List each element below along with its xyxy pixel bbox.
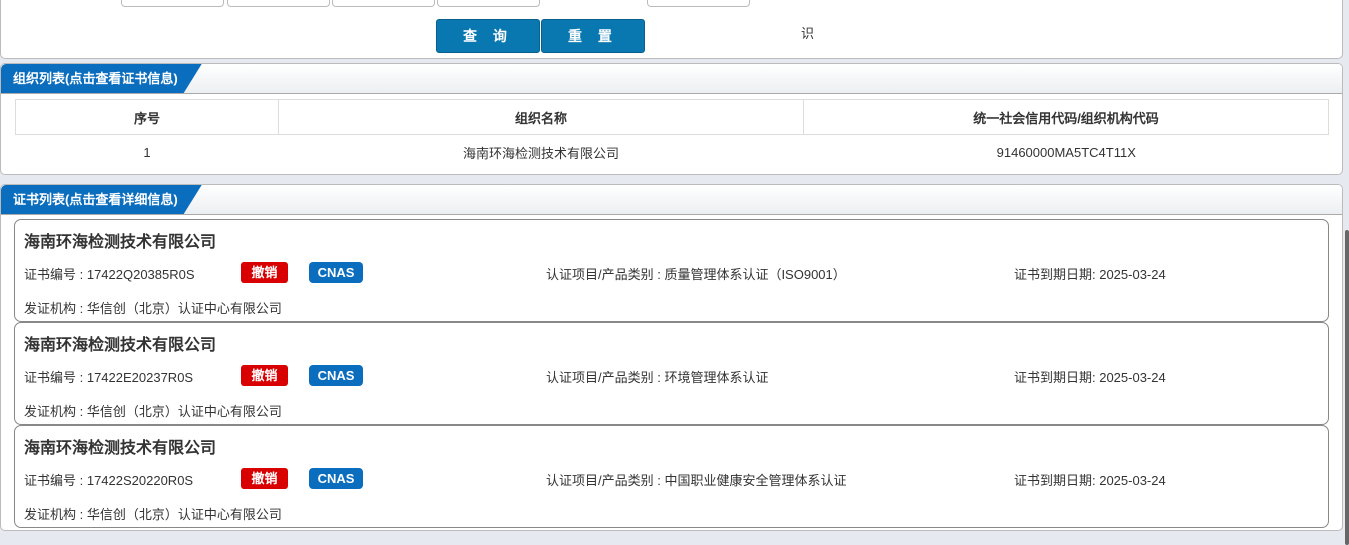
cnas-badge: CNAS <box>309 365 363 386</box>
card-expiry: 证书到期日期: 2025-03-24 <box>1014 267 1166 282</box>
cert-card[interactable]: 海南环海检测技术有限公司 证书编号 : 17422E20237R0S 撤销 CN… <box>14 322 1329 425</box>
cert-card[interactable]: 海南环海检测技术有限公司 证书编号 : 17422S20220R0S 撤销 CN… <box>14 425 1329 528</box>
card-issuer: 发证机构 : 华信创（北京）认证中心有限公司 <box>24 404 282 419</box>
card-company: 海南环海检测技术有限公司 <box>24 234 217 251</box>
col-name: 组织名称 <box>278 99 804 135</box>
card-category: 认证项目/产品类别 : 环境管理体系认证 <box>546 370 769 385</box>
table-row[interactable]: 1 海南环海检测技术有限公司 91460000MA5TC4T11X <box>16 135 1329 170</box>
cert-card[interactable]: 海南环海检测技术有限公司 证书编号 : 17422Q20385R0S 撤销 CN… <box>14 219 1329 322</box>
cert-list-title: 证书列表(点击查看详细信息) <box>1 185 202 214</box>
cnas-badge: CNAS <box>309 262 363 283</box>
reset-button[interactable]: 重 置 <box>541 19 645 53</box>
col-code: 统一社会信用代码/组织机构代码 <box>803 99 1329 135</box>
card-cert-no: 证书编号 : 17422Q20385R0S <box>24 267 195 282</box>
cnas-badge: CNAS <box>309 468 363 489</box>
scrollbar[interactable] <box>1345 230 1349 545</box>
card-cert-no: 证书编号 : 17422S20220R0S <box>24 473 194 488</box>
status-badge: 撤销 <box>241 365 288 386</box>
card-issuer: 发证机构 : 华信创（北京）认证中心有限公司 <box>24 507 282 522</box>
search-field[interactable] <box>121 0 224 7</box>
status-badge: 撤销 <box>241 262 288 283</box>
org-table: 序号 组织名称 统一社会信用代码/组织机构代码 1 海南环海检测技术有限公司 9… <box>15 99 1329 170</box>
card-issuer: 发证机构 : 华信创（北京）认证中心有限公司 <box>24 301 282 316</box>
query-button[interactable]: 查 询 <box>436 19 540 53</box>
org-list-panel: 组织列表(点击查看证书信息) 序号 组织名称 统一社会信用代码/组织机构代码 1… <box>0 63 1343 175</box>
card-cert-no: 证书编号 : 17422E20237R0S <box>24 370 194 385</box>
search-field[interactable] <box>647 0 750 7</box>
search-field[interactable] <box>332 0 435 7</box>
card-company: 海南环海检测技术有限公司 <box>24 440 217 457</box>
partial-label: 识 <box>801 26 815 41</box>
card-company: 海南环海检测技术有限公司 <box>24 337 217 354</box>
card-expiry: 证书到期日期: 2025-03-24 <box>1014 370 1166 385</box>
cell-code: 91460000MA5TC4T11X <box>996 144 1136 160</box>
search-field[interactable] <box>437 0 540 7</box>
org-list-title: 组织列表(点击查看证书信息) <box>1 64 202 93</box>
col-index: 序号 <box>15 99 279 135</box>
card-expiry: 证书到期日期: 2025-03-24 <box>1014 473 1166 488</box>
cell-name[interactable]: 海南环海检测技术有限公司 <box>279 135 804 170</box>
card-category: 认证项目/产品类别 : 中国职业健康安全管理体系认证 <box>546 473 847 488</box>
card-category: 认证项目/产品类别 : 质量管理体系认证（ISO9001） <box>546 267 846 282</box>
search-panel: 查 询 重 置 识 <box>0 0 1343 59</box>
search-field[interactable] <box>227 0 330 7</box>
cell-index: 1 <box>143 144 151 160</box>
status-badge: 撤销 <box>241 468 288 489</box>
